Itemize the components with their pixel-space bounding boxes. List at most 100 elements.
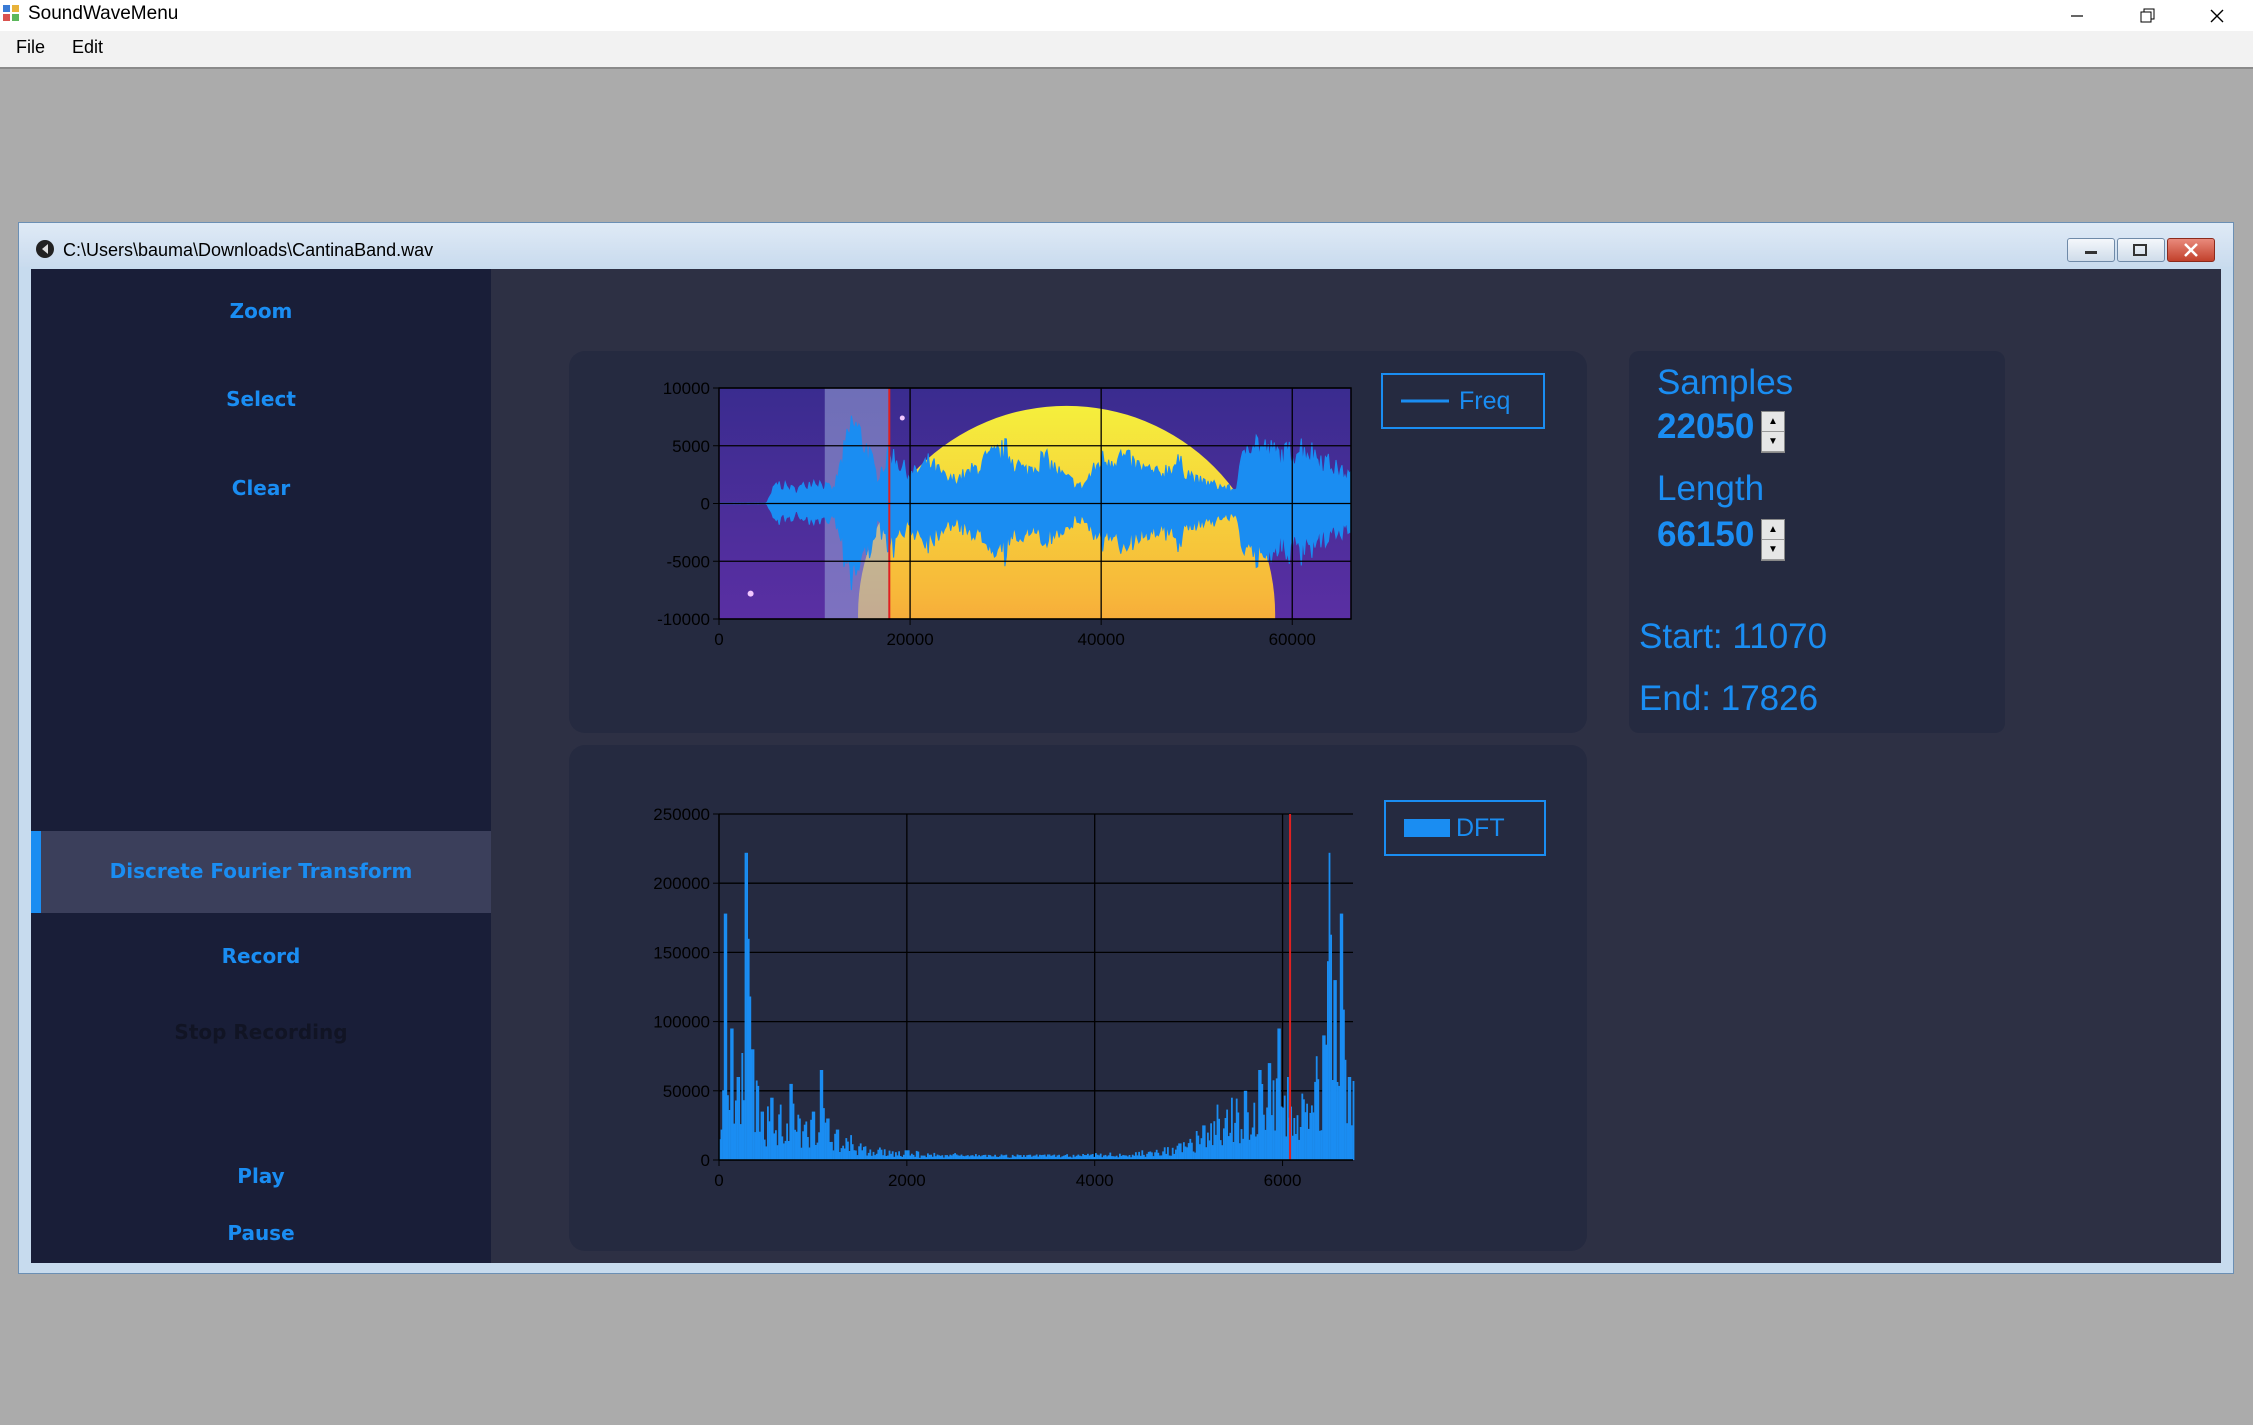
- dft-bar: [1240, 1129, 1243, 1160]
- dft-bar: [1248, 1139, 1251, 1160]
- dft-bar: [1272, 1080, 1275, 1160]
- dft-bar: [1232, 1142, 1235, 1160]
- dft-bar: [1279, 1028, 1281, 1160]
- dft-bar: [850, 1135, 852, 1160]
- restore-button[interactable]: [2112, 0, 2182, 31]
- dft-bar: [1341, 913, 1344, 1160]
- samples-spinner[interactable]: ▲ ▼: [1761, 411, 1785, 453]
- close-button[interactable]: [2182, 0, 2252, 31]
- restore-icon: [2140, 8, 2155, 22]
- dft-bar: [1280, 1106, 1283, 1160]
- dft-bar: [1312, 1112, 1315, 1160]
- spin-down-icon[interactable]: ▼: [1762, 432, 1784, 452]
- dft-bar: [1077, 1154, 1080, 1160]
- dft-bar: [728, 1110, 731, 1160]
- dft-bar: [786, 1123, 788, 1160]
- y-tick-label: 200000: [653, 874, 710, 893]
- dft-bar: [808, 1147, 811, 1160]
- dft-bar: [1090, 1154, 1092, 1160]
- play-button[interactable]: Play: [31, 1164, 491, 1188]
- dft-bar: [1211, 1145, 1214, 1160]
- dft-bar: [1307, 1128, 1310, 1160]
- close-icon: [2184, 243, 2198, 257]
- dft-bar: [994, 1154, 996, 1160]
- spin-up-icon[interactable]: ▲: [1762, 412, 1784, 432]
- dft-bar: [839, 1152, 841, 1160]
- menu-bar: File Edit: [0, 31, 2253, 69]
- menu-file[interactable]: File: [14, 37, 47, 58]
- dft-bar: [762, 1111, 764, 1160]
- samples-value[interactable]: 22050: [1657, 407, 1754, 447]
- dft-bar: [1266, 1107, 1268, 1160]
- pause-button[interactable]: Pause: [31, 1221, 491, 1245]
- dft-bar: [1058, 1154, 1060, 1160]
- spin-down-icon[interactable]: ▼: [1762, 540, 1784, 560]
- dft-bar: [1298, 1139, 1300, 1160]
- dft-legend: DFT: [1384, 800, 1546, 856]
- dft-bar: [1143, 1154, 1145, 1160]
- dft-bar: [1141, 1150, 1144, 1160]
- dft-bar: [1311, 1105, 1313, 1160]
- dft-bar: [783, 1143, 785, 1160]
- dft-bar: [725, 913, 728, 1160]
- dft-bar: [1171, 1147, 1174, 1160]
- freq-legend: Freq: [1381, 373, 1545, 429]
- dft-bar: [791, 1083, 793, 1160]
- dft-bar: [1304, 1112, 1307, 1160]
- spin-up-icon[interactable]: ▲: [1762, 520, 1784, 540]
- dft-bar: [1336, 1082, 1339, 1160]
- y-tick-label: 10000: [663, 379, 710, 398]
- dft-bar: [975, 1154, 977, 1160]
- dft-bar: [775, 1130, 777, 1160]
- length-spinner[interactable]: ▲ ▼: [1761, 519, 1785, 561]
- menu-edit[interactable]: Edit: [70, 37, 105, 58]
- record-button[interactable]: Record: [31, 944, 491, 968]
- dft-bar: [747, 938, 750, 1160]
- y-tick-label: 50000: [663, 1082, 710, 1101]
- dft-bar: [1135, 1152, 1137, 1160]
- dft-panel: 250000 200000 150000 100000 50000 0 0 2000 4000 6…: [569, 745, 1587, 1251]
- dft-bar: [826, 1118, 828, 1160]
- dft-bar: [1330, 934, 1332, 1160]
- dft-bar: [1131, 1154, 1134, 1160]
- dft-bar: [1042, 1154, 1044, 1160]
- dft-bar: [1219, 1140, 1222, 1160]
- clear-button[interactable]: Clear: [31, 476, 491, 500]
- stop-recording-button[interactable]: Stop Recording: [31, 1020, 491, 1044]
- dft-bar: [1269, 1063, 1272, 1160]
- dft-bar: [1283, 1095, 1286, 1160]
- minimize-icon: [2071, 14, 2083, 17]
- dft-bar: [1072, 1154, 1075, 1160]
- dft-bar: [824, 1122, 827, 1160]
- dft-bar: [1048, 1154, 1051, 1160]
- dft-bar: [743, 1100, 745, 1160]
- dft-bar: [1149, 1151, 1152, 1160]
- minimize-button[interactable]: [2042, 0, 2112, 31]
- dft-bar: [1323, 1035, 1326, 1160]
- dft-bar: [735, 1100, 737, 1160]
- dft-bar: [1347, 1077, 1350, 1160]
- child-restore-button[interactable]: [2117, 238, 2165, 262]
- child-title-bar[interactable]: C:\Users\bauma\Downloads\CantinaBand.wav: [19, 223, 2233, 267]
- select-button[interactable]: Select: [31, 387, 491, 411]
- child-minimize-button[interactable]: [2067, 238, 2115, 262]
- child-window: C:\Users\bauma\Downloads\CantinaBand.wav…: [18, 222, 2234, 1274]
- y-tick-label: 5000: [672, 437, 710, 456]
- dft-bar: [1208, 1140, 1211, 1160]
- dft-bar: [1039, 1154, 1041, 1160]
- dft-bar: [1202, 1125, 1204, 1160]
- dft-bar: [1258, 1070, 1260, 1160]
- dft-button[interactable]: Discrete Fourier Transform: [31, 859, 491, 883]
- dft-bar: [1251, 1127, 1254, 1160]
- zoom-button[interactable]: Zoom: [31, 299, 491, 323]
- dft-bar: [771, 1097, 774, 1160]
- length-value[interactable]: 66150: [1657, 515, 1754, 555]
- dft-bar: [911, 1153, 913, 1160]
- dft-bar: [1165, 1153, 1168, 1160]
- dft-bar: [1301, 1093, 1304, 1160]
- dft-bar: [1029, 1154, 1032, 1160]
- dft-bar: [891, 1151, 894, 1160]
- dft-bar: [877, 1149, 880, 1160]
- dft-bar: [855, 1150, 857, 1160]
- child-close-button[interactable]: [2167, 238, 2215, 262]
